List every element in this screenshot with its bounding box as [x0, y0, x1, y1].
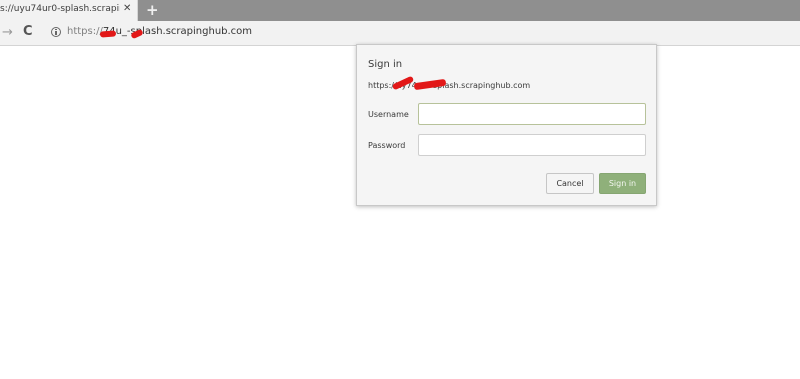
dialog-title: Sign in — [368, 59, 403, 70]
tab-strip: s://uyu74ur0-splash.scrapinghu ✕ + — [0, 0, 800, 21]
sign-in-dialog: Sign in https://uy74ur0-splash.scrapingh… — [356, 44, 657, 206]
tab-active[interactable]: s://uyu74ur0-splash.scrapinghu ✕ — [0, 0, 138, 21]
password-input[interactable] — [418, 134, 646, 156]
username-label: Username — [368, 110, 409, 119]
close-icon[interactable]: ✕ — [123, 3, 131, 14]
sign-in-button[interactable]: Sign in — [599, 173, 646, 194]
reload-icon[interactable]: C — [23, 24, 33, 39]
new-tab-icon[interactable]: + — [146, 1, 159, 19]
redaction-mark — [99, 30, 117, 38]
username-input[interactable] — [418, 103, 646, 125]
tab-title: s://uyu74ur0-splash.scrapinghu — [0, 4, 120, 14]
forward-icon[interactable]: → — [2, 25, 13, 40]
info-icon[interactable] — [51, 27, 61, 37]
url-host: 74u_-splash.scrapinghub.com — [102, 26, 253, 37]
address-bar[interactable]: https://74u_-splash.scrapinghub.com — [67, 26, 252, 37]
url-protocol: https:// — [67, 26, 103, 37]
cancel-button[interactable]: Cancel — [546, 173, 594, 194]
browser-toolbar: → C https://74u_-splash.scrapinghub.com — [0, 21, 800, 46]
password-label: Password — [368, 141, 406, 150]
